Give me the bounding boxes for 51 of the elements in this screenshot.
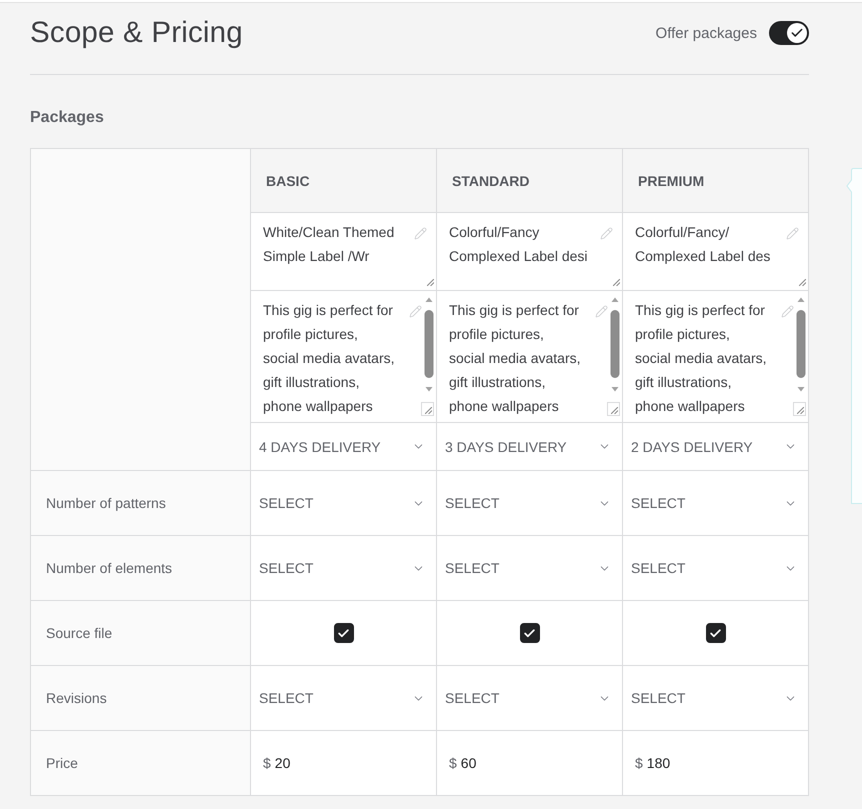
toggle-label: Offer packages xyxy=(656,24,757,42)
row-label: Revisions xyxy=(31,666,250,730)
resize-handle-icon[interactable] xyxy=(797,407,804,414)
feature-select[interactable]: SELECT xyxy=(251,666,436,730)
resize-handle-icon[interactable] xyxy=(613,279,620,286)
feature-select[interactable]: SELECT xyxy=(437,666,622,730)
page-title: Scope & Pricing xyxy=(30,16,243,50)
title-field[interactable]: Colorful/Fancy Complexed Label desi xyxy=(437,213,622,290)
section-title: Packages xyxy=(30,108,104,128)
offer-packages-toggle[interactable] xyxy=(769,21,809,45)
check-icon xyxy=(709,626,722,640)
pencil-icon xyxy=(600,227,613,240)
delivery-select[interactable]: 4 DAYS DELIVERY xyxy=(251,423,436,470)
feature-select[interactable]: SELECT xyxy=(437,471,622,535)
description-field[interactable]: This gig is perfect for profile pictures, social media avatars, gift illustrations, phone wallpapers xyxy=(623,291,808,422)
resize-handle-icon[interactable] xyxy=(611,407,618,414)
price-field[interactable]: $ 20 xyxy=(251,731,436,795)
checkbox[interactable] xyxy=(334,623,354,643)
pencil-icon xyxy=(595,305,608,318)
feature-select[interactable]: SELECT xyxy=(623,666,808,730)
row-label: Price xyxy=(31,731,250,795)
check-icon xyxy=(523,626,536,640)
row-label: Number of patterns xyxy=(31,471,250,535)
pencil-icon xyxy=(414,227,427,240)
row-label: Number of elements xyxy=(31,536,250,600)
resize-handle-icon[interactable] xyxy=(427,279,434,286)
feature-select[interactable]: SELECT xyxy=(623,471,808,535)
column-header: STANDARD xyxy=(437,149,622,212)
resize-handle-icon[interactable] xyxy=(425,407,432,414)
column-header: BASIC xyxy=(251,149,436,212)
column-header: PREMIUM xyxy=(623,149,808,212)
feature-select[interactable]: SELECT xyxy=(437,536,622,600)
pencil-icon xyxy=(781,305,794,318)
delivery-select[interactable]: 3 DAYS DELIVERY xyxy=(437,423,622,470)
check-icon xyxy=(337,626,350,640)
checkbox[interactable] xyxy=(706,623,726,643)
title-field[interactable]: White/Clean Themed Simple Label /Wr xyxy=(251,213,436,290)
checkbox[interactable] xyxy=(520,623,540,643)
row-label: Source file xyxy=(31,601,250,665)
pencil-icon xyxy=(786,227,799,240)
feature-select[interactable]: SELECT xyxy=(251,536,436,600)
pencil-icon xyxy=(409,305,422,318)
feature-select[interactable]: SELECT xyxy=(251,471,436,535)
description-field[interactable]: This gig is perfect for profile pictures, social media avatars, gift illustrations, phone wallpapers xyxy=(437,291,622,422)
resize-handle-icon[interactable] xyxy=(799,279,806,286)
title-field[interactable]: Colorful/Fancy/ Complexed Label des xyxy=(623,213,808,290)
description-field[interactable]: This gig is perfect for profile pictures, social media avatars, gift illustrations, phone wallpapers xyxy=(251,291,436,422)
feature-select[interactable]: SELECT xyxy=(623,536,808,600)
delivery-select[interactable]: 2 DAYS DELIVERY xyxy=(623,423,808,470)
price-field[interactable]: $ 60 xyxy=(437,731,622,795)
price-field[interactable]: $ 180 xyxy=(623,731,808,795)
